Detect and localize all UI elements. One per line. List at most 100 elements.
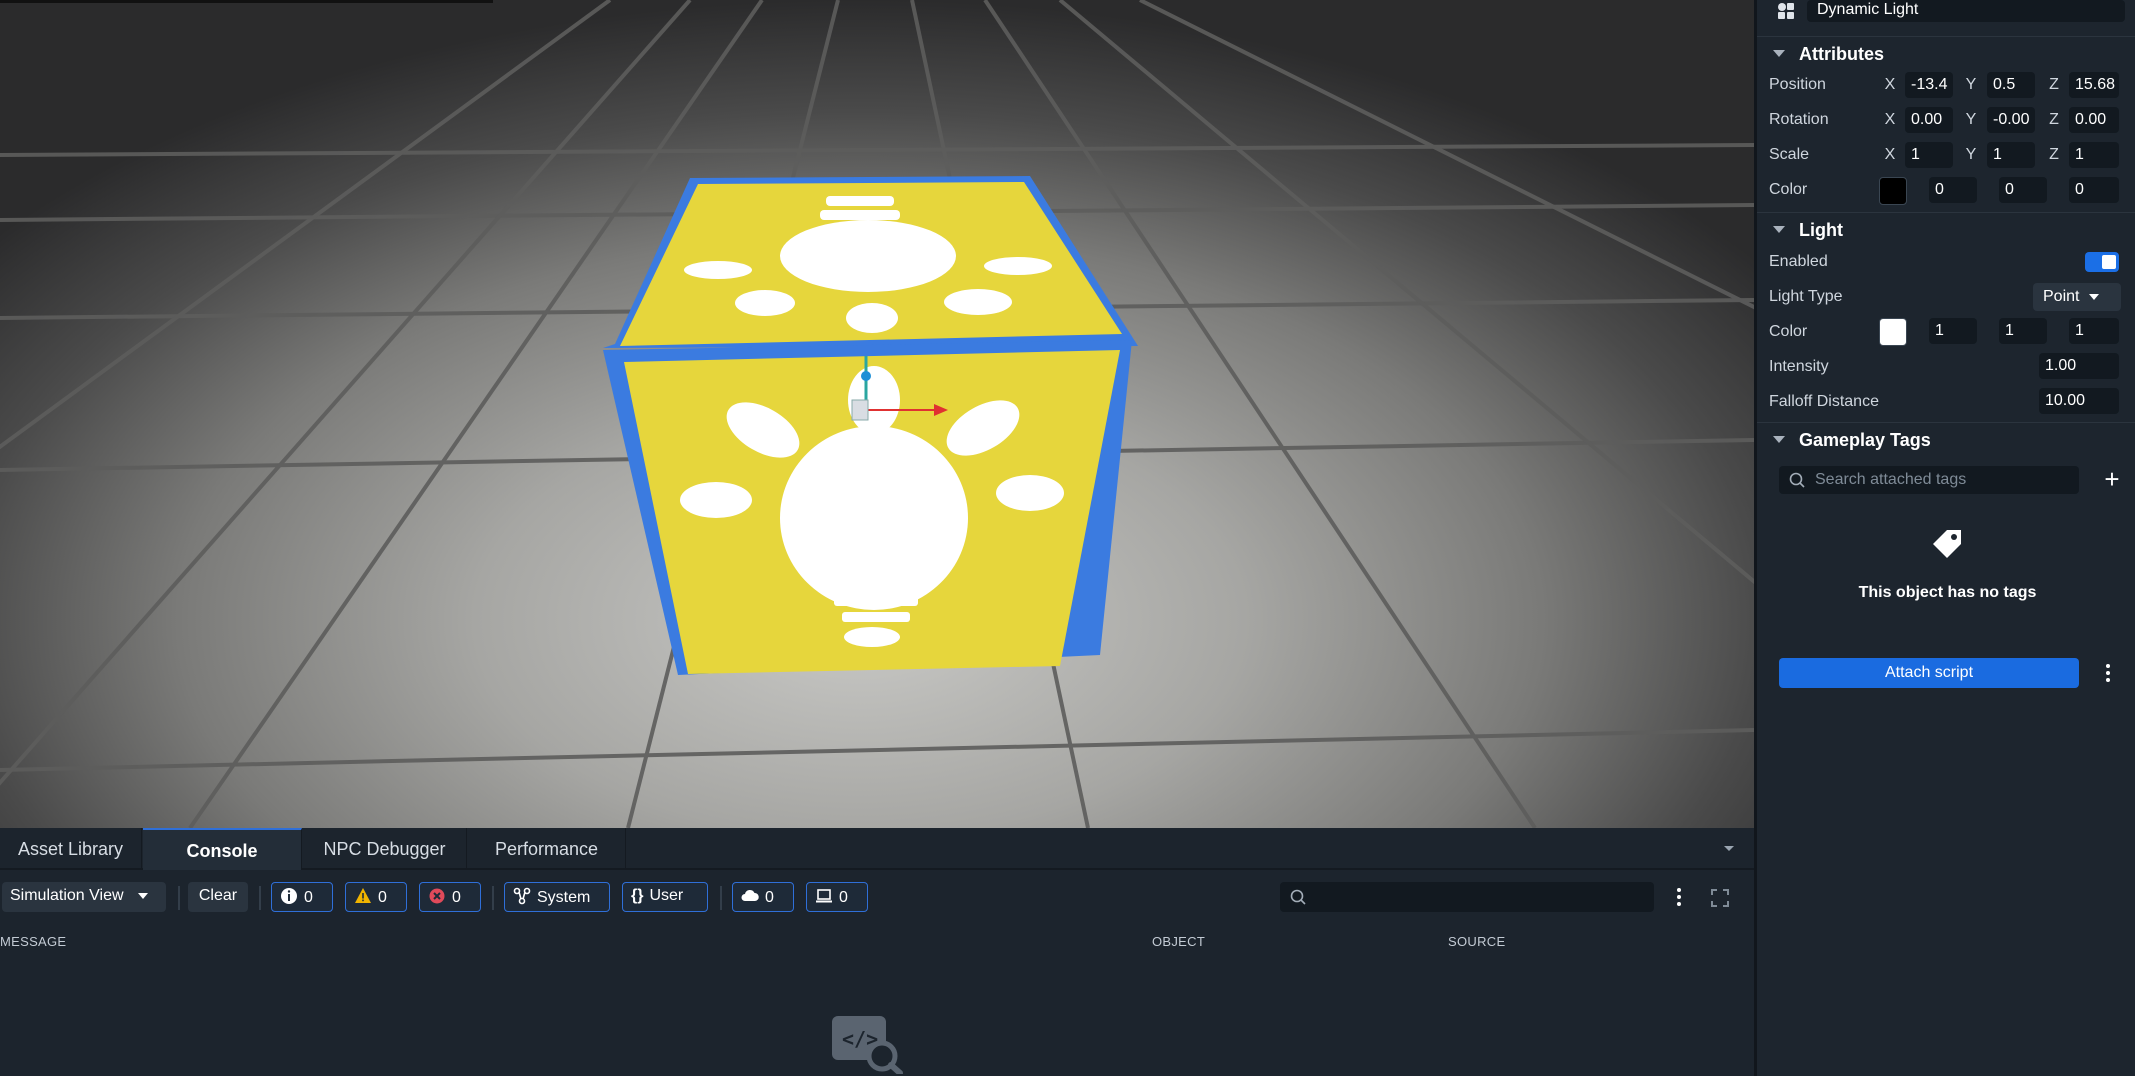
scale-z-field[interactable]: 1 — [2069, 142, 2119, 168]
error-filter-button[interactable]: 0 — [419, 882, 481, 912]
bottom-dock: Asset Library Console NPC Debugger Perfo… — [0, 828, 1754, 1076]
gameplay-tags-section-header[interactable]: Gameplay Tags — [1757, 422, 2135, 456]
column-header-source[interactable]: SOURCE — [1448, 934, 1505, 949]
search-icon — [1789, 472, 1805, 488]
chevron-down-icon — [2089, 293, 2100, 300]
rotation-z-field[interactable]: 0.00 — [2069, 107, 2119, 133]
enabled-label: Enabled — [1769, 253, 1828, 270]
axis-z-label: Z — [2049, 146, 2059, 163]
error-count: 0 — [452, 889, 461, 906]
position-z-field[interactable]: 15.68 — [2069, 72, 2119, 98]
axis-z-label: Z — [2049, 76, 2059, 93]
tab-asset-library[interactable]: Asset Library — [0, 828, 142, 870]
scale-label: Scale — [1769, 146, 1810, 163]
device-filter-button[interactable]: 0 — [806, 882, 868, 912]
more-options-icon[interactable] — [2105, 664, 2111, 684]
fullscreen-icon[interactable] — [1710, 888, 1730, 908]
info-filter-button[interactable]: 0 — [271, 882, 333, 912]
color-swatch[interactable] — [1879, 177, 1907, 205]
system-label: System — [537, 889, 591, 906]
axis-x-label: X — [1884, 111, 1896, 128]
properties-panel: Dynamic Light Attributes Position X -13.… — [1754, 0, 2135, 1076]
light-color-label: Color — [1769, 323, 1808, 340]
rotation-x-field[interactable]: 0.00 — [1905, 107, 1953, 133]
user-filter-button[interactable]: {} User — [622, 882, 708, 912]
scale-x-field[interactable]: 1 — [1905, 142, 1953, 168]
toolbar-divider — [720, 886, 722, 910]
position-y-field[interactable]: 0.5 — [1987, 72, 2035, 98]
enabled-toggle[interactable] — [2085, 252, 2119, 272]
device-count: 0 — [839, 889, 848, 906]
scale-y-field[interactable]: 1 — [1987, 142, 2035, 168]
light-color-r-field[interactable]: 1 — [1929, 318, 1977, 344]
object-name-row: Dynamic Light — [1757, 0, 2135, 24]
intensity-label: Intensity — [1769, 358, 1829, 375]
color-g-field[interactable]: 0 — [1999, 177, 2047, 203]
view-select[interactable]: Simulation View — [2, 882, 166, 912]
tab-performance[interactable]: Performance — [468, 828, 626, 870]
gameplay-tags-title: Gameplay Tags — [1799, 430, 1931, 450]
attributes-title: Attributes — [1799, 44, 1884, 64]
color-b-field[interactable]: 0 — [2069, 177, 2119, 203]
code-braces-icon: {} — [631, 887, 644, 904]
warning-filter-button[interactable]: 0 — [345, 882, 407, 912]
position-x-field[interactable]: -13.4 — [1905, 72, 1953, 98]
toolbar-divider — [178, 886, 180, 910]
collapse-triangle-icon — [1773, 436, 1785, 443]
console-search-box — [1280, 882, 1654, 912]
warning-icon — [355, 888, 371, 903]
tab-npc-debugger[interactable]: NPC Debugger — [303, 828, 467, 870]
column-header-message[interactable]: MESSAGE — [0, 934, 66, 949]
view-select-value: Simulation View — [10, 887, 124, 904]
more-options-icon[interactable] — [1676, 888, 1682, 908]
color-r-field[interactable]: 0 — [1929, 177, 1977, 203]
axis-z-label: Z — [2049, 111, 2059, 128]
panel-collapse-icon[interactable] — [1724, 846, 1734, 851]
toolbar-divider — [492, 886, 494, 910]
scene-render — [0, 0, 1754, 828]
tag-icon — [1933, 530, 1961, 558]
axis-x-label: X — [1884, 146, 1896, 163]
clear-button[interactable]: Clear — [188, 882, 248, 912]
tag-search-input[interactable] — [1815, 468, 2071, 492]
light-title: Light — [1799, 220, 1843, 240]
scene-viewport[interactable] — [0, 0, 1754, 828]
object-type-icon — [1778, 3, 1794, 19]
tag-search-box — [1779, 466, 2079, 494]
column-header-object[interactable]: OBJECT — [1152, 934, 1205, 949]
chevron-down-icon — [138, 892, 148, 899]
attributes-section-header[interactable]: Attributes — [1757, 36, 2135, 70]
light-color-b-field[interactable]: 1 — [2069, 318, 2119, 344]
laptop-icon — [816, 889, 832, 903]
collapse-triangle-icon — [1773, 50, 1785, 57]
add-tag-button[interactable]: + — [2099, 466, 2125, 492]
intensity-field[interactable]: 1.00 — [2039, 353, 2119, 379]
cloud-filter-button[interactable]: 0 — [732, 882, 794, 912]
error-icon — [429, 888, 445, 904]
light-color-g-field[interactable]: 1 — [1999, 318, 2047, 344]
attach-script-button[interactable]: Attach script — [1779, 658, 2079, 688]
falloff-field[interactable]: 10.00 — [2039, 388, 2119, 414]
light-section-header[interactable]: Light — [1757, 212, 2135, 246]
system-icon — [513, 887, 531, 905]
cloud-icon — [741, 889, 759, 901]
tab-console[interactable]: Console — [143, 828, 302, 870]
system-filter-button[interactable]: System — [504, 882, 610, 912]
collapse-triangle-icon — [1773, 226, 1785, 233]
user-label: User — [649, 887, 684, 904]
dock-tabs: Asset Library Console NPC Debugger Perfo… — [0, 828, 1754, 870]
empty-console-icon: </> — [832, 1016, 903, 1074]
position-label: Position — [1769, 76, 1826, 93]
light-color-swatch[interactable] — [1879, 318, 1907, 346]
rotation-y-field[interactable]: -0.00 — [1987, 107, 2035, 133]
warning-count: 0 — [378, 889, 387, 906]
console-search-input[interactable] — [1314, 885, 1644, 909]
light-type-select[interactable]: Point — [2033, 283, 2121, 311]
axis-y-label: Y — [1965, 146, 1977, 163]
color-label: Color — [1769, 181, 1808, 198]
axis-y-label: Y — [1965, 111, 1977, 128]
object-name-field[interactable]: Dynamic Light — [1807, 0, 2125, 22]
axis-y-label: Y — [1965, 76, 1977, 93]
light-cube — [603, 176, 1138, 675]
no-tags-message: This object has no tags — [1858, 584, 2037, 601]
